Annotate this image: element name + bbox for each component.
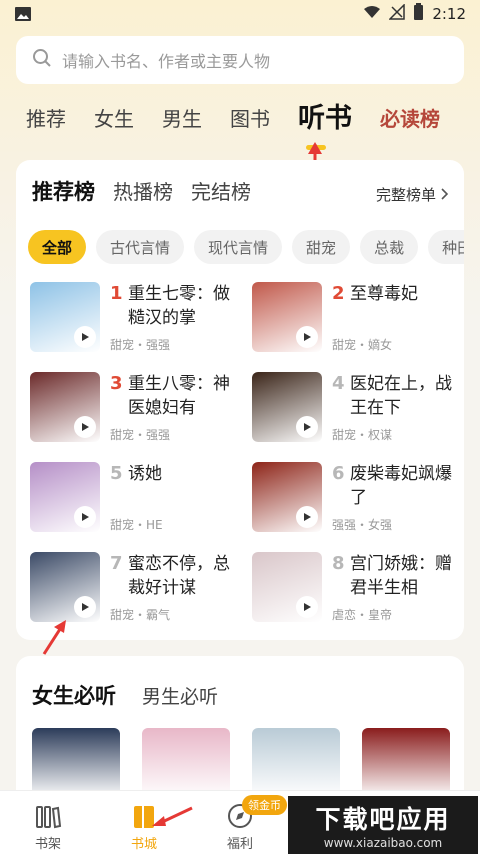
book-item[interactable]: 2 至尊毒妃甜宠・嫡女 [252, 282, 457, 362]
book-cover[interactable] [252, 462, 322, 532]
status-bar: 2:12 [0, 0, 480, 28]
tab-finished-rank[interactable]: 完结榜 [191, 176, 251, 205]
tab-must-read[interactable]: 必读榜 [380, 104, 440, 134]
book-title[interactable]: 重生八零：神医媳妇有 [128, 372, 238, 420]
battery-icon [413, 3, 424, 25]
chevron-right-icon [440, 186, 449, 204]
book-item[interactable]: 6 废柴毒妃飒爆了强强・女强 [252, 462, 457, 542]
book-item[interactable]: 8 宫门娇娥：赠君半生相虐恋・皇帝 [252, 552, 457, 632]
book-cover[interactable] [252, 372, 322, 442]
book-rank: 2 [332, 283, 345, 304]
play-icon[interactable] [74, 416, 96, 438]
search-icon [32, 48, 52, 72]
audiobook-cover[interactable] [362, 728, 450, 798]
full-list-label: 完整榜单 [375, 186, 436, 204]
play-icon[interactable] [74, 596, 96, 618]
book-tags: 甜宠・权谋 [332, 428, 393, 442]
search-placeholder: 请输入书名、作者或主要人物 [62, 52, 271, 71]
gallery-icon [14, 6, 32, 22]
book-rank: 7 [110, 553, 123, 574]
tab-female-must-listen[interactable]: 女生必听 [32, 680, 116, 710]
play-icon[interactable] [296, 596, 318, 618]
play-icon[interactable] [296, 416, 318, 438]
ranking-card: 推荐榜 热播榜 完结榜 完整榜单 全部 古代言情 现代言情 甜宠 总裁 种田 1… [16, 160, 464, 640]
book-cover[interactable] [252, 282, 322, 352]
chip-modern-romance[interactable]: 现代言情 [194, 230, 283, 264]
book-tags: 甜宠・HE [110, 518, 163, 532]
audiobook-cover[interactable] [32, 728, 120, 798]
book-item[interactable]: 3 重生八零：神医媳妇有甜宠・强强 [30, 372, 235, 452]
tab-male[interactable]: 男生 [162, 104, 202, 134]
wifi-icon [363, 5, 381, 23]
channel-tabs: 推荐 女生 男生 图书 听书 必读榜 [26, 104, 440, 134]
tab-hot-rank[interactable]: 热播榜 [113, 176, 173, 205]
audiobook-cover[interactable] [142, 728, 230, 798]
book-title[interactable]: 医妃在上，战王在下 [350, 372, 460, 420]
chip-sweet[interactable]: 甜宠 [292, 230, 351, 264]
tab-recommend[interactable]: 推荐 [26, 104, 66, 134]
book-cover[interactable] [30, 552, 100, 622]
book-item[interactable]: 5 诱她甜宠・HE [30, 462, 235, 542]
book-tags: 强强・女强 [332, 518, 393, 532]
book-rank: 4 [332, 373, 345, 394]
coin-badge[interactable]: 领金币 [242, 795, 287, 815]
audiobook-cover[interactable] [252, 728, 340, 798]
nav-bookshelf[interactable]: 书架 [18, 801, 78, 852]
book-cover[interactable] [252, 552, 322, 622]
tab-recommend-rank[interactable]: 推荐榜 [32, 176, 95, 206]
search-bar[interactable]: 请输入书名、作者或主要人物 [16, 36, 464, 84]
play-icon[interactable] [74, 326, 96, 348]
nav-bookshelf-label: 书架 [34, 837, 61, 852]
book-tags: 甜宠・强强 [110, 338, 171, 352]
annotation-arrow-nav [152, 806, 193, 826]
book-rank: 8 [332, 553, 345, 574]
book-title[interactable]: 宫门娇娥：赠君半生相 [350, 552, 460, 600]
chip-ceo[interactable]: 总裁 [360, 230, 419, 264]
tab-books[interactable]: 图书 [230, 104, 270, 134]
play-icon[interactable] [74, 506, 96, 528]
book-tags: 甜宠・嫡女 [332, 338, 393, 352]
watermark-url: www.xiazaibao.com [323, 836, 443, 850]
book-title[interactable]: 至尊毒妃 [350, 282, 460, 306]
nav-welfare-label: 福利 [226, 837, 253, 852]
tab-female[interactable]: 女生 [94, 104, 134, 134]
chip-farming[interactable]: 种田 [428, 230, 464, 264]
clock: 2:12 [432, 5, 466, 23]
book-title[interactable]: 重生七零：做糙汉的掌 [128, 282, 238, 330]
nav-bookstore-label: 书城 [130, 837, 157, 852]
no-signal-icon [388, 3, 406, 24]
book-title[interactable]: 蜜恋不停，总裁好计谋 [128, 552, 238, 600]
book-cover[interactable] [30, 462, 100, 532]
annotation-arrow-diagonal [42, 620, 66, 655]
book-tags: 虐恋・皇帝 [332, 608, 393, 622]
book-title[interactable]: 诱她 [128, 462, 238, 486]
watermark-title: 下载吧应用 [315, 805, 451, 834]
tab-male-must-listen[interactable]: 男生必听 [142, 682, 218, 709]
bookshelf-icon [33, 801, 63, 831]
chip-all[interactable]: 全部 [28, 230, 87, 264]
full-list-link[interactable]: 完整榜单 [375, 184, 449, 205]
book-rank: 1 [110, 283, 123, 304]
book-rank: 3 [110, 373, 123, 394]
book-rank: 6 [332, 463, 345, 484]
book-cover[interactable] [30, 282, 100, 352]
book-title[interactable]: 废柴毒妃飒爆了 [350, 462, 460, 510]
book-cover[interactable] [30, 372, 100, 442]
play-icon[interactable] [296, 326, 318, 348]
chip-ancient-romance[interactable]: 古代言情 [96, 230, 185, 264]
genre-chips: 全部 古代言情 现代言情 甜宠 总裁 种田 [28, 230, 464, 266]
book-item[interactable]: 1 重生七零：做糙汉的掌甜宠・强强 [30, 282, 235, 362]
play-icon[interactable] [296, 506, 318, 528]
tab-audiobooks[interactable]: 听书 [298, 104, 352, 134]
book-item[interactable]: 4 医妃在上，战王在下甜宠・权谋 [252, 372, 457, 452]
book-rank: 5 [110, 463, 123, 484]
book-tags: 甜宠・强强 [110, 428, 171, 442]
watermark: 下载吧应用 www.xiazaibao.com [288, 796, 478, 854]
book-tags: 甜宠・霸气 [110, 608, 171, 622]
